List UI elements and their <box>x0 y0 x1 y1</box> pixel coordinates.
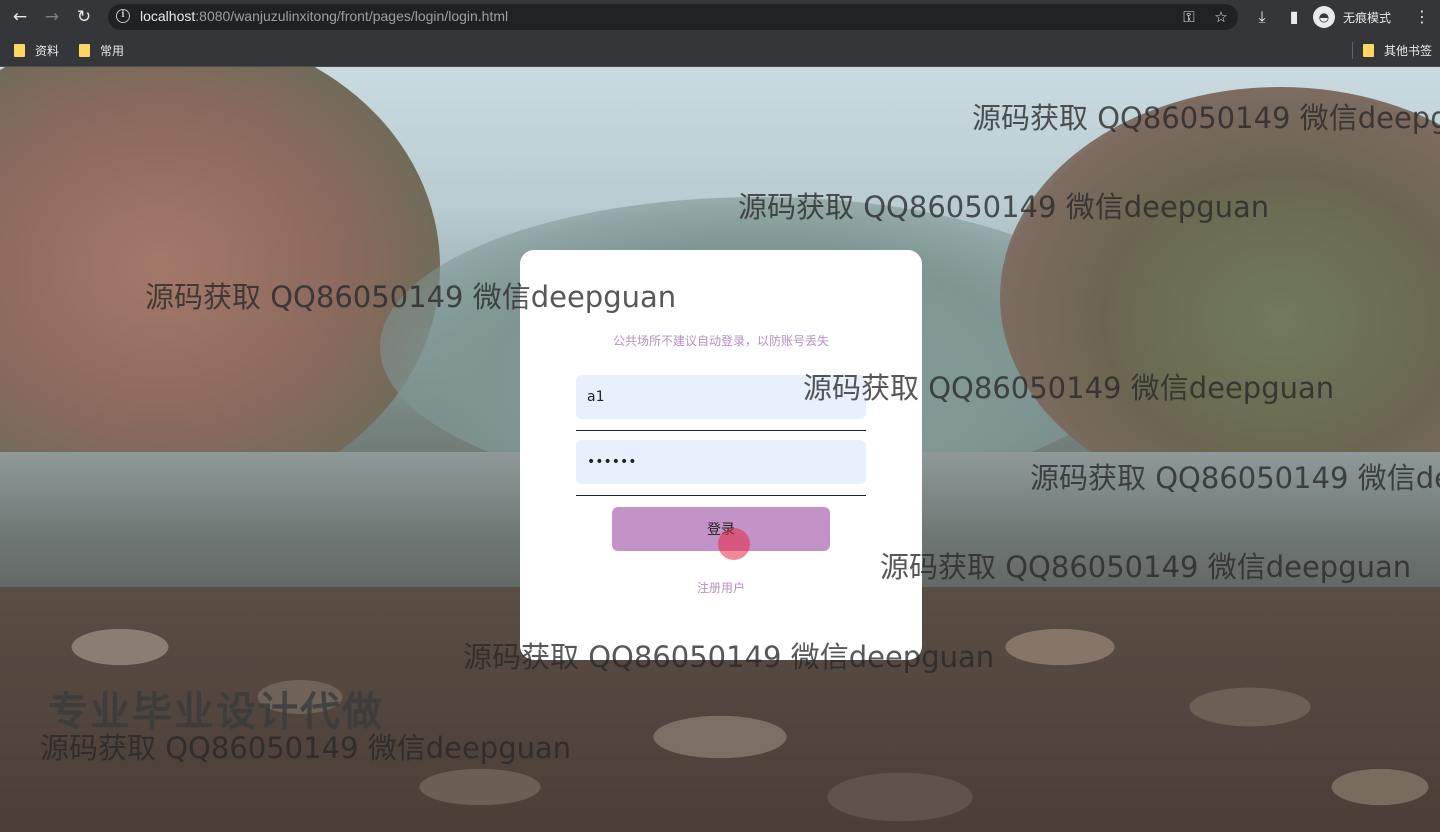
incognito-label: 无痕模式 <box>1343 10 1392 25</box>
folder-icon <box>79 43 90 57</box>
menu-dots-icon[interactable]: ⋮ <box>1410 5 1434 29</box>
folder-icon <box>14 43 25 57</box>
login-card: 公共场所不建议自动登录，以防账号丢失 登录 注册用户 <box>520 250 922 660</box>
folder-icon <box>1363 43 1374 57</box>
browser-toolbar: ← → ↻ i localhost:8080/wanjuzulinxitong/… <box>0 0 1440 34</box>
star-icon[interactable]: ☆ <box>1212 8 1230 26</box>
sidepanel-icon[interactable]: ▮ <box>1282 5 1306 29</box>
promo-text: 专业毕业设计代做 <box>48 689 384 735</box>
other-bookmarks[interactable]: 其他书签 <box>1363 41 1432 59</box>
download-icon[interactable]: ⤓ <box>1250 5 1274 29</box>
username-input[interactable] <box>576 375 866 419</box>
incognito-indicator[interactable]: ◓ 无痕模式 <box>1313 4 1391 30</box>
url-text[interactable]: localhost:8080/wanjuzulinxitong/front/pa… <box>140 8 508 24</box>
reload-icon[interactable]: ↻ <box>72 5 96 29</box>
auto-login-hint: 公共场所不建议自动登录，以防账号丢失 <box>612 334 829 348</box>
login-page: 源码获取 QQ86050149 微信deepguan 源码获取 QQ860501… <box>0 67 1440 832</box>
site-info-icon[interactable]: i <box>116 9 130 23</box>
password-input[interactable] <box>576 440 866 484</box>
back-arrow-icon[interactable]: ← <box>8 5 32 29</box>
address-bar[interactable]: i localhost:8080/wanjuzulinxitong/front/… <box>108 4 1238 30</box>
bookmark-folder-2[interactable]: 常用 <box>79 41 124 59</box>
username-underline <box>576 430 866 431</box>
key-icon[interactable]: ⚿ <box>1180 8 1198 26</box>
incognito-icon: ◓ <box>1313 6 1335 28</box>
register-link[interactable]: 注册用户 <box>520 579 922 596</box>
password-underline <box>576 495 866 496</box>
click-indicator <box>718 528 750 560</box>
bookmark-folder-1[interactable]: 资料 <box>14 41 59 59</box>
bookmarks-bar: 资料 常用 其他书签 <box>0 34 1440 67</box>
bookmark-separator <box>1352 42 1353 59</box>
forward-arrow-icon[interactable]: → <box>40 5 64 29</box>
